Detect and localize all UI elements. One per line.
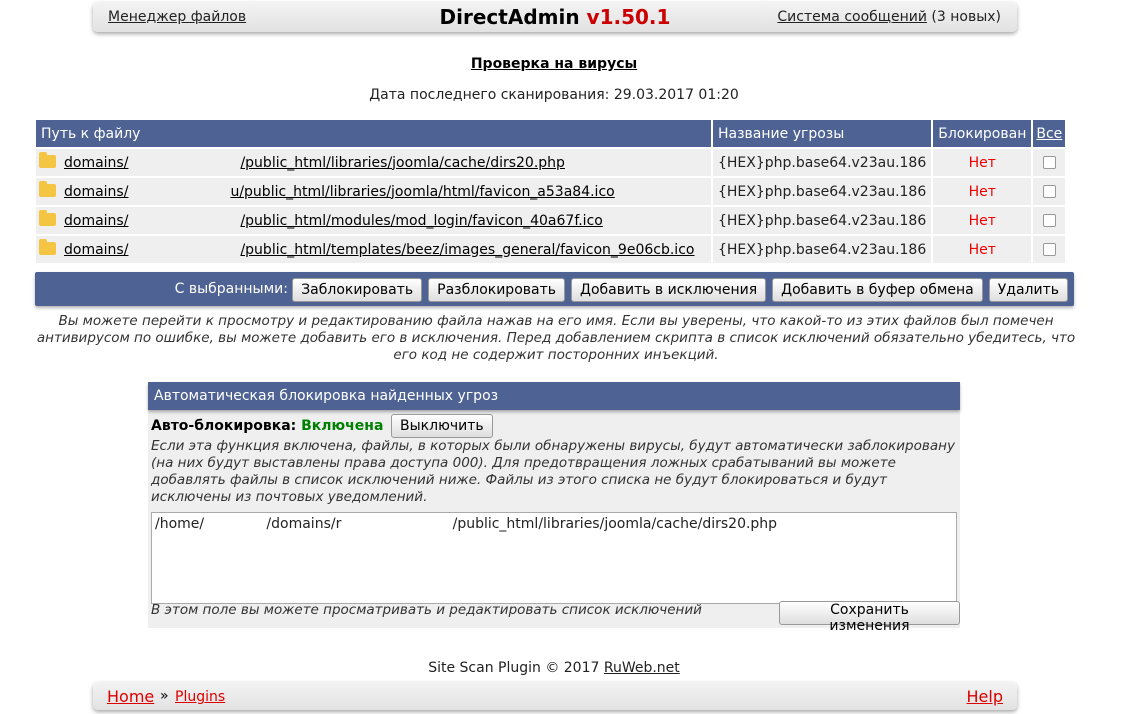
table-row: domains//public_html/modules/mod_login/f… [36,207,1066,234]
blocked-status: Нет [933,178,1032,205]
version: v1.50.1 [586,5,671,29]
select-all[interactable]: Все [1033,120,1066,147]
bottom-bar: Home » Plugins Help [93,682,1017,710]
threat-name: {HEX}php.base64.v23au.186 [713,149,932,176]
auto-block-description: Если эта функция включена, файлы, в кото… [151,438,955,505]
last-scan-date: Дата последнего сканирования: 29.03.2017… [369,87,739,103]
folder-icon [39,180,56,197]
column-threat: Название угрозы [713,120,932,147]
exceptions-textarea[interactable]: /home/ /domains/r /public_html/libraries… [151,512,957,604]
file-path-link[interactable]: domains//public_html/modules/mod_login/f… [64,213,603,229]
blocked-status: Нет [933,149,1032,176]
file-path-link[interactable]: domains//public_html/templates/beez/imag… [64,242,694,258]
row-checkbox-cell [1033,207,1066,234]
help-link[interactable]: Help [967,687,1003,706]
row-checkbox[interactable] [1042,185,1056,198]
save-changes-button[interactable]: Сохранить изменения [779,601,960,634]
bulk-actions-buttons: Заблокировать Разблокировать Добавить в … [292,278,1068,302]
bulk-actions-label: С выбранными: [174,281,288,297]
auto-block-label: Авто-блокировка: [151,418,297,434]
file-path-cell: domains//public_html/libraries/joomla/ca… [36,149,711,176]
file-path-link[interactable]: domains//public_html/libraries/joomla/ca… [64,155,565,171]
footer: Site Scan Plugin © 2017 RuWeb.net [0,660,1108,676]
row-checkbox-cell [1033,178,1066,205]
brand-name: DirectAdmin [439,5,580,29]
row-checkbox[interactable] [1042,156,1056,169]
page-title: Проверка на вирусы [470,56,638,72]
file-path-link[interactable]: domains/u/public_html/libraries/joomla/h… [64,184,615,200]
breadcrumb-separator: » [160,688,169,704]
select-all-link[interactable]: Все [1036,126,1062,142]
add-exception-button[interactable]: Добавить в исключения [571,278,767,302]
row-checkbox[interactable] [1042,243,1056,256]
blocked-status: Нет [933,236,1032,263]
table-row: domains/u/public_html/libraries/joomla/h… [36,178,1066,205]
column-blocked: Блокирован [933,120,1032,147]
delete-button[interactable]: Удалить [988,278,1068,302]
messages: Система сообщений (3 новых) [777,9,1001,25]
auto-block-state: Включена [301,418,384,434]
home-link[interactable]: Home [107,687,154,706]
auto-block-panel: Автоматическая блокировка найденных угро… [148,382,960,634]
ruweb-link[interactable]: RuWeb.net [604,660,680,676]
file-path-cell: domains//public_html/templates/beez/imag… [36,236,711,263]
row-checkbox-cell [1033,149,1066,176]
threat-name: {HEX}php.base64.v23au.186 [713,236,932,263]
block-button[interactable]: Заблокировать [292,278,423,302]
threat-name: {HEX}php.base64.v23au.186 [713,207,932,234]
add-clipboard-button[interactable]: Добавить в буфер обмена [772,278,983,302]
threat-name: {HEX}php.base64.v23au.186 [713,178,932,205]
messages-link[interactable]: Система сообщений [777,9,927,25]
bulk-actions-bar: С выбранными: Заблокировать Разблокирова… [35,272,1074,306]
row-checkbox-cell [1033,236,1066,263]
auto-block-status: Авто-блокировка: Включена [151,418,383,434]
file-path-cell: domains/u/public_html/libraries/joomla/h… [36,178,711,205]
folder-icon [39,151,56,168]
plugins-link[interactable]: Plugins [175,689,225,705]
top-bar: Менеджер файлов DirectAdmin v1.50.1 Сист… [93,2,1017,32]
file-path-cell: domains//public_html/modules/mod_login/f… [36,207,711,234]
unblock-button[interactable]: Разблокировать [428,278,565,302]
blocked-status: Нет [933,207,1032,234]
footer-text: Site Scan Plugin © 2017 [428,660,600,676]
disable-button[interactable]: Выключить [391,414,493,438]
messages-count: (3 новых) [931,9,1001,25]
table-row: domains//public_html/templates/beez/imag… [36,236,1066,263]
table-hint: Вы можете перейти к просмотру и редактир… [36,313,1076,363]
row-checkbox[interactable] [1042,214,1056,227]
threats-table: Путь к файлу Название угрозы Блокирован … [34,118,1067,265]
folder-icon [39,238,56,255]
exceptions-hint: В этом поле вы можете просматривать и ре… [151,602,702,618]
auto-block-header: Автоматическая блокировка найденных угро… [148,382,960,410]
folder-icon [39,209,56,226]
column-path: Путь к файлу [36,120,711,147]
table-row: domains//public_html/libraries/joomla/ca… [36,149,1066,176]
